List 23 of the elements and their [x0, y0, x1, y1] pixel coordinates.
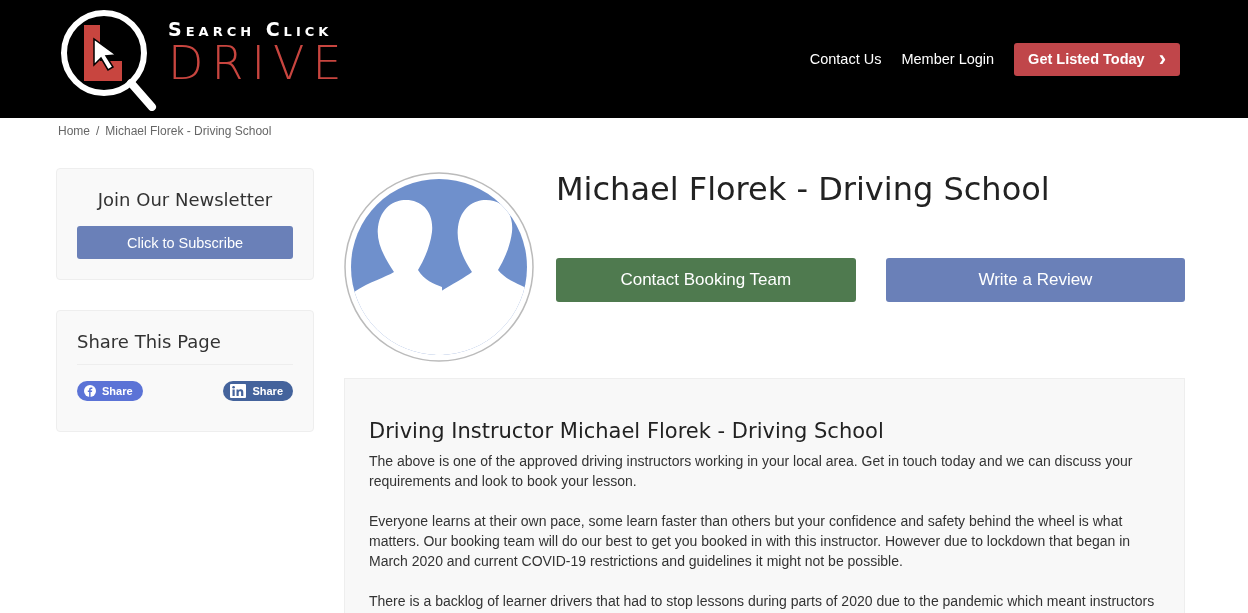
breadcrumb-separator: / — [96, 124, 100, 138]
facebook-icon — [84, 385, 96, 397]
nav-link[interactable]: Contact Us — [809, 51, 882, 67]
paragraph: Everyone learns at their own pace, some learn faster than others but your confidence and safety behind the wheel is what matters. Our booking team will do our best to get you booked in with this instructor. However due to lockdown that began in March 2020 and current COVID-19 restrictions and guidelines it might not be possible. — [369, 512, 1132, 571]
linkedin-icon — [230, 384, 247, 398]
review-button[interactable]: Write a Review — [885, 258, 1186, 302]
share-button[interactable]: Share — [77, 381, 143, 401]
section-heading: Driving Instructor Michael Florek - Driving School — [369, 419, 885, 443]
paragraph: There is a backlog of learner drivers that had to stop lessons during parts of 2020 due to the pandemic which meant instructors — [369, 592, 1155, 611]
avatar-icon — [344, 172, 534, 362]
get-listed-button[interactable]: Get Listed Today › — [1014, 42, 1180, 76]
contact-button[interactable]: Contact Booking Team — [556, 258, 856, 302]
card-title: Share This Page — [77, 331, 293, 365]
school-name: Michael Florek - Driving School — [556, 170, 1051, 208]
subscribe-button[interactable]: Click to Subscribe — [77, 226, 293, 259]
breadcrumb-current: Michael Florek - Driving School — [105, 124, 272, 138]
nav-link[interactable]: Member Login — [901, 51, 995, 67]
logo-text: DRIVE — [168, 40, 350, 86]
paragraph: The above is one of the approved driving instructors working in your local area. Get in touch today and we can discuss your requirements and look to book your lesson. — [369, 452, 1134, 491]
logo-text: Search Click — [168, 18, 334, 40]
breadcrumb-link[interactable]: Home — [58, 124, 90, 138]
card-title: Join Our Newsletter — [95, 189, 274, 210]
share-button[interactable]: Share — [223, 381, 293, 401]
